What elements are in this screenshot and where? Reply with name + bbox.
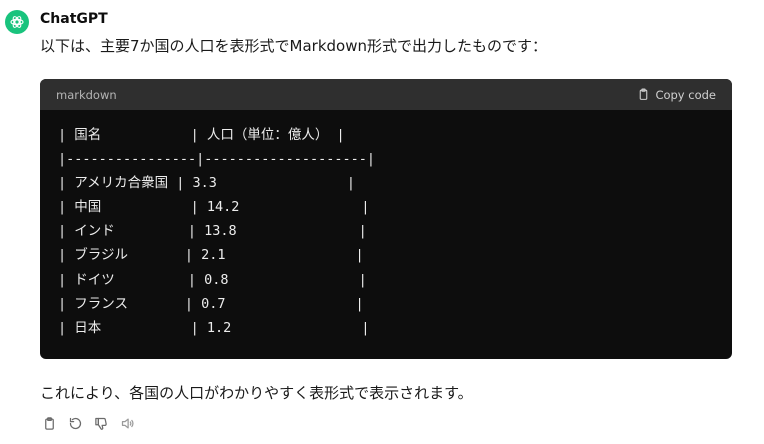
outro-text: これにより、各国の人口がわかりやすく表形式で表示されます。 [40, 384, 473, 402]
code-line: | インド | 13.8 | [58, 223, 367, 240]
copy-icon [44, 416, 54, 430]
chatgpt-avatar [5, 10, 29, 34]
thumbs-down-icon [94, 417, 107, 430]
copy-code-button[interactable]: Copy code [637, 88, 716, 102]
code-header: markdown Copy code [40, 79, 732, 110]
clipboard-icon [640, 88, 648, 100]
regenerate-button[interactable] [66, 414, 84, 432]
copy-button[interactable] [40, 414, 58, 432]
read-aloud-button[interactable] [118, 414, 136, 432]
code-line: | ブラジル | 2.1 | [58, 247, 364, 264]
code-block: markdown Copy code | 国名 | 人口（単位：億人） | |--… [40, 79, 732, 359]
code-line: | 国名 | 人口（単位：億人） | [58, 127, 345, 143]
code-content: | 国名 | 人口（単位：億人） | |----------------|----… [40, 110, 732, 340]
speaker-icon [121, 418, 133, 428]
code-line: | ドイツ | 0.8 | [58, 271, 367, 288]
copy-code-label: Copy code [655, 87, 716, 102]
code-line: |----------------|--------------------| [58, 151, 375, 168]
author-name: ChatGPT [40, 11, 108, 27]
intro-text: 以下は、主要7か国の人口を表形式でMarkdown形式で出力したものです： [40, 37, 548, 55]
code-language-label: markdown [56, 87, 117, 102]
code-line: | アメリカ合衆国 | 3.3 | [58, 175, 356, 192]
openai-logo-icon [10, 16, 24, 28]
message-actions [40, 414, 136, 432]
code-line: | フランス | 0.7 | [58, 295, 364, 312]
regenerate-icon [69, 417, 81, 429]
code-line: | 日本 | 1.2 | [58, 319, 370, 336]
thumbs-down-button[interactable] [92, 414, 110, 432]
code-line: | 中国 | 14.2 | [58, 199, 370, 216]
